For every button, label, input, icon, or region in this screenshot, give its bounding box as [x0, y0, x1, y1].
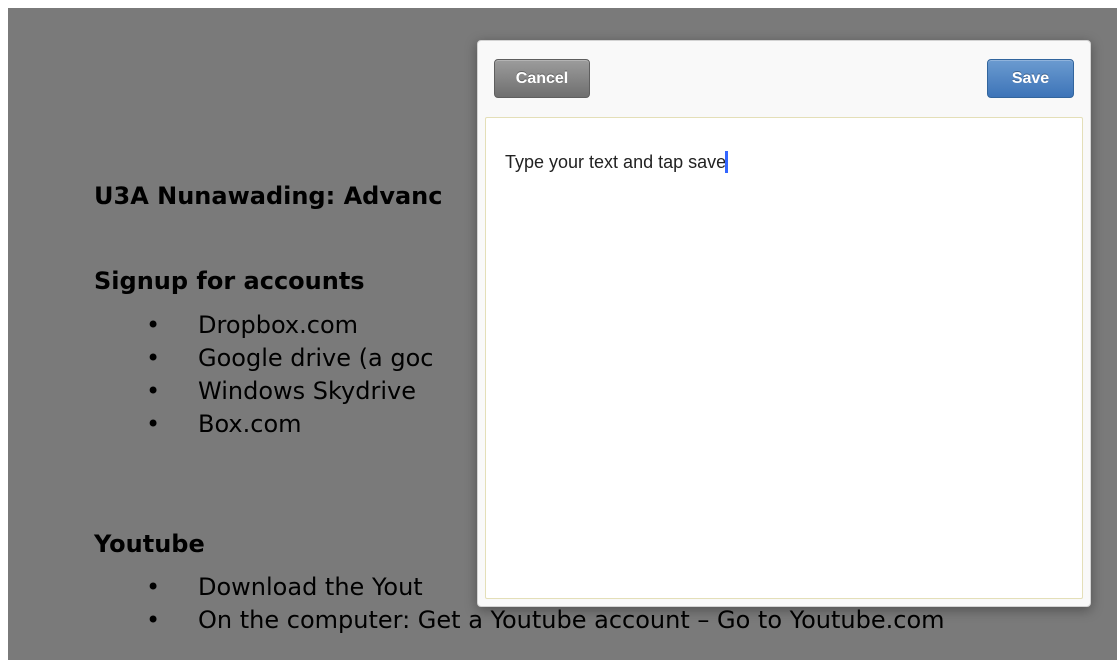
list-item-label: Google drive (a goc — [198, 344, 434, 372]
bullet-icon: • — [146, 573, 161, 601]
save-button[interactable]: Save — [987, 59, 1074, 98]
text-caret — [725, 151, 729, 173]
text-entry-dialog: Cancel Save Type your text and tap save — [477, 40, 1091, 607]
bullet-icon: • — [146, 377, 161, 405]
list-item-label: Windows Skydrive — [198, 377, 416, 405]
text-entry-field[interactable]: Type your text and tap save — [485, 117, 1083, 599]
youtube-section-heading: Youtube — [94, 530, 205, 558]
bullet-icon: • — [146, 410, 161, 438]
bullet-icon: • — [146, 344, 161, 372]
bullet-icon: • — [146, 606, 161, 634]
text-entry-value: Type your text and tap save — [505, 152, 727, 172]
list-item-label: On the computer: Get a Youtube account –… — [198, 606, 945, 634]
list-item-label: Download the Yout — [198, 573, 423, 601]
document-title: U3A Nunawading: Advanc — [94, 182, 443, 210]
bullet-icon: • — [146, 311, 161, 339]
list-item-label: Box.com — [198, 410, 302, 438]
text-entry-value-row: Type your text and tap save — [505, 151, 729, 173]
list-item-label: Dropbox.com — [198, 311, 359, 339]
screenshot-stage: U3A Nunawading: Advanc Signup for accoun… — [0, 0, 1117, 660]
signup-section-heading: Signup for accounts — [94, 267, 365, 295]
cancel-button[interactable]: Cancel — [494, 59, 590, 98]
dialog-header: Cancel Save — [478, 41, 1090, 115]
